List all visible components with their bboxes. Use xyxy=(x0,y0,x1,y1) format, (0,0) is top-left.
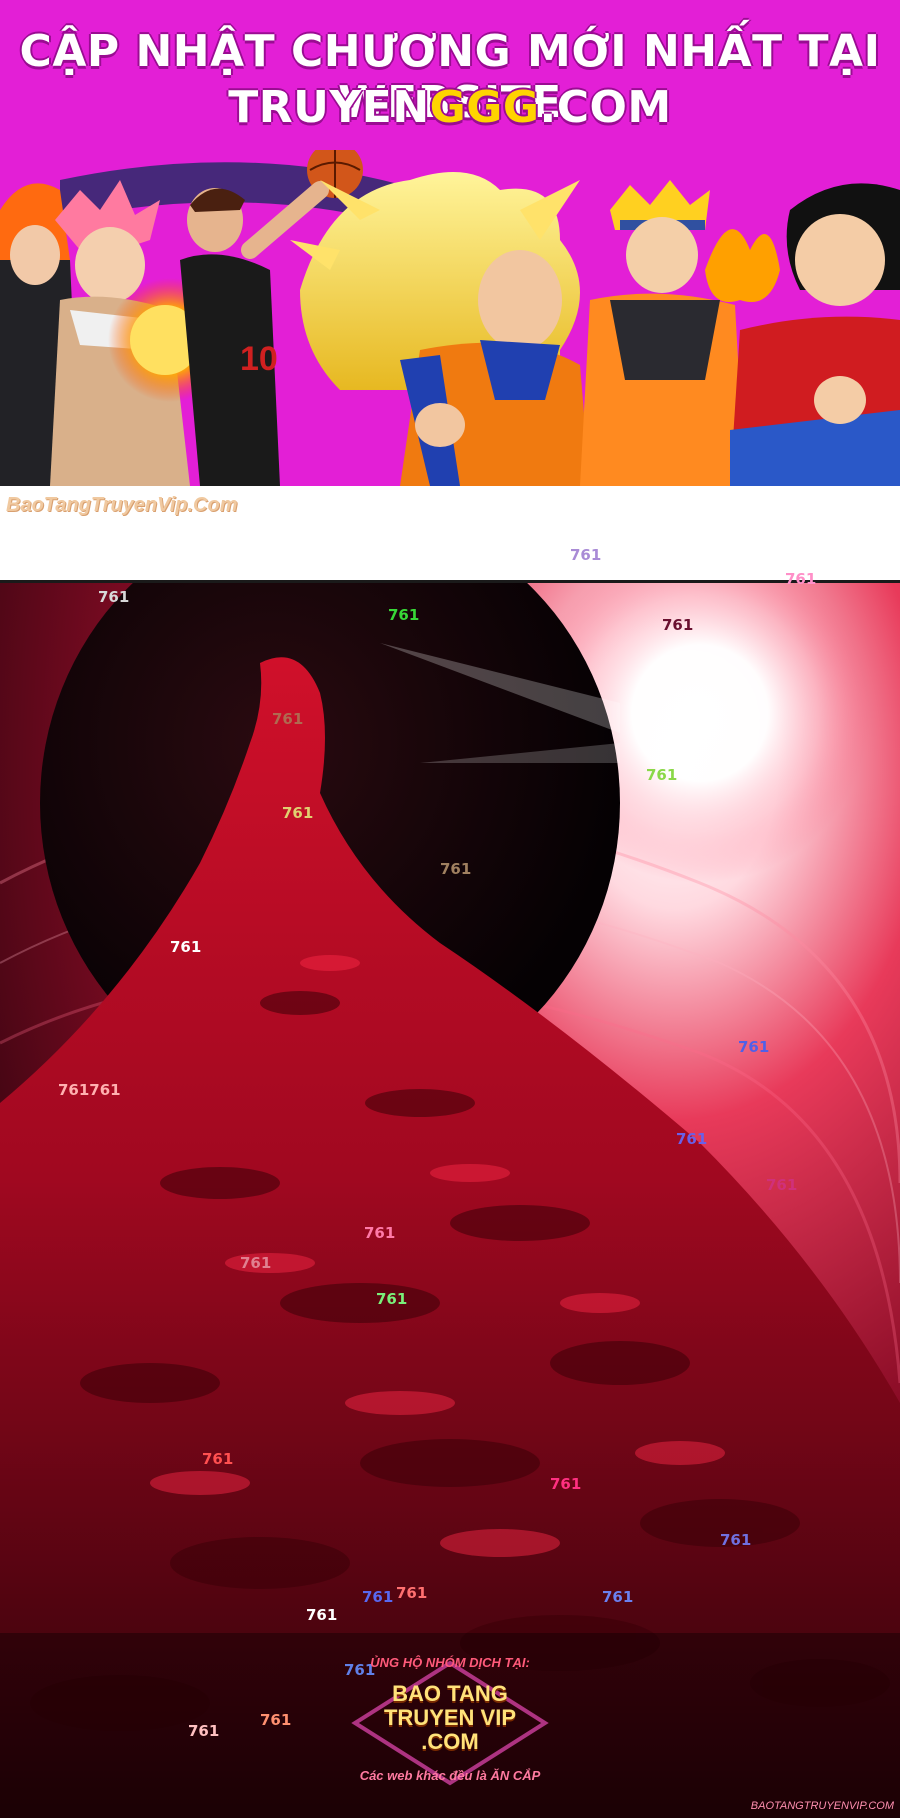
overlay-number: 761 xyxy=(376,1290,408,1308)
corner-watermark: BAOTANGTRUYENVIP.COM xyxy=(750,1800,894,1812)
overlay-number: 761 xyxy=(720,1531,752,1549)
overlay-number: 761 xyxy=(202,1450,234,1468)
overlay-number: 761 xyxy=(785,570,817,588)
credit-name-line-3: .COM xyxy=(421,1729,479,1754)
credit-name-line-2: TRUYEN VIP xyxy=(383,1705,517,1730)
overlay-number: 761 xyxy=(306,1606,338,1624)
overlay-number: 761 xyxy=(170,938,202,956)
overlay-number: 761 xyxy=(440,860,472,878)
overlay-number: 761 xyxy=(272,710,304,728)
anime-characters-illustration: 10 xyxy=(0,150,900,486)
overlay-number: 761 xyxy=(602,1588,634,1606)
overlay-number: 761 xyxy=(570,546,602,564)
credit-warning-text: Các web khác đều là ĂN CẮP xyxy=(359,1768,541,1783)
overlay-number: 761 xyxy=(388,606,420,624)
overlay-number: 761 xyxy=(98,588,130,606)
promo-banner[interactable]: CẬP NHẬT CHƯƠNG MỚI NHẤT TẠI WEBSITE TRU… xyxy=(0,0,900,486)
overlay-number: 761 xyxy=(188,1722,220,1740)
overlay-number: 761 xyxy=(766,1176,798,1194)
credit-group-name: BAO TANG TRUYEN VIP .COM xyxy=(330,1682,570,1754)
overlay-number: 761 xyxy=(676,1130,708,1148)
overlay-number: 761 xyxy=(396,1584,428,1602)
watermark-strip: BaoTangTruyenVip.Com xyxy=(0,486,900,582)
banner-website[interactable]: TRUYENGGG.COM xyxy=(0,82,900,133)
banner-website-suffix: .COM xyxy=(539,82,672,133)
overlay-number: 761 xyxy=(282,804,314,822)
credit-name-line-1: BAO TANG xyxy=(392,1681,508,1706)
overlay-number: 761 xyxy=(240,1254,272,1272)
overlay-number: 761761 xyxy=(58,1081,121,1099)
overlay-number: 761 xyxy=(260,1711,292,1729)
banner-website-highlight: GGG xyxy=(429,82,540,133)
site-watermark: BaoTangTruyenVip.Com xyxy=(6,494,238,516)
overlay-number: 761 xyxy=(550,1475,582,1493)
credit-support-text: ỦNG HỘ NHÓM DỊCH TẠI: xyxy=(370,1655,530,1670)
translation-credit: ỦNG HỘ NHÓM DỊCH TẠI: BAO TANG TRUYEN VI… xyxy=(330,1655,570,1783)
svg-text:10: 10 xyxy=(240,340,278,378)
overlay-number: 761 xyxy=(646,766,678,784)
overlay-number: 761 xyxy=(738,1038,770,1056)
overlay-number: 761 xyxy=(362,1588,394,1606)
banner-website-prefix: TRUYEN xyxy=(228,82,430,133)
overlay-number: 761 xyxy=(364,1224,396,1242)
overlay-number: 761 xyxy=(662,616,694,634)
manga-panel-artwork xyxy=(0,583,900,1818)
